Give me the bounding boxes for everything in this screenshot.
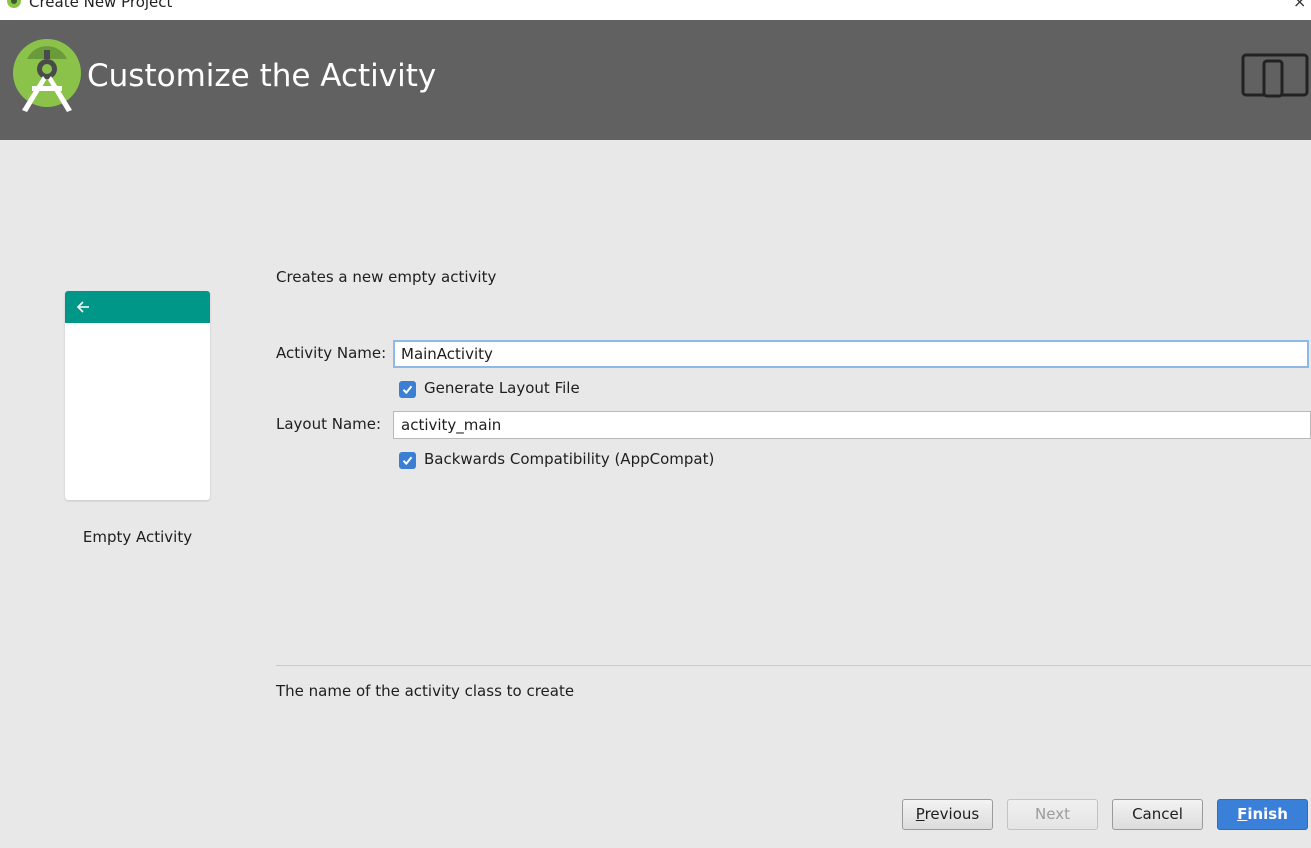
template-description: Creates a new empty activity xyxy=(276,268,497,286)
android-studio-small-icon xyxy=(7,0,21,8)
divider xyxy=(276,665,1311,666)
previous-label: revious xyxy=(924,805,980,823)
checkbox-checked-icon[interactable] xyxy=(399,452,416,469)
field-hint: The name of the activity class to create xyxy=(276,682,575,700)
back-arrow-icon xyxy=(76,301,89,313)
android-studio-icon xyxy=(13,39,81,112)
backwards-compat-label: Backwards Compatibility (AppCompat) xyxy=(424,450,715,468)
window-title: Create New Project xyxy=(29,0,173,11)
previous-button[interactable]: Previous xyxy=(902,799,993,830)
window-titlebar: Create New Project × xyxy=(0,0,1311,20)
generate-layout-label: Generate Layout File xyxy=(424,379,580,397)
layout-name-label: Layout Name: xyxy=(276,415,382,433)
header-banner: Customize the Activity xyxy=(0,20,1311,140)
finish-mnemonic: F xyxy=(1237,805,1248,823)
cancel-button[interactable]: Cancel xyxy=(1112,799,1203,830)
preview-app-bar xyxy=(65,291,210,323)
template-name: Empty Activity xyxy=(82,528,193,546)
finish-button[interactable]: Finish xyxy=(1217,799,1308,830)
activity-template-preview xyxy=(65,291,210,500)
next-button[interactable]: Next xyxy=(1007,799,1098,830)
activity-name-label: Activity Name: xyxy=(276,344,387,362)
previous-mnemonic: P xyxy=(915,805,925,823)
page-title: Customize the Activity xyxy=(87,58,437,94)
close-icon[interactable]: × xyxy=(1293,0,1306,11)
layout-name-input[interactable] xyxy=(393,411,1311,439)
activity-name-input[interactable] xyxy=(393,340,1309,368)
finish-label: inish xyxy=(1247,805,1288,823)
phone-tablet-icon xyxy=(1241,53,1309,98)
checkbox-checked-icon[interactable] xyxy=(399,381,416,398)
